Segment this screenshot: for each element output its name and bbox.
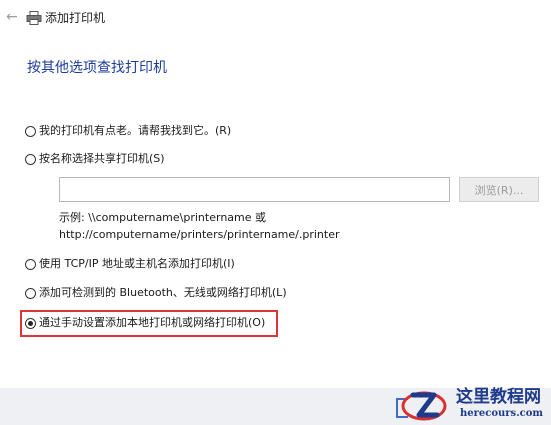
radio-button[interactable] xyxy=(25,153,36,165)
window-title: 添加打印机 xyxy=(45,11,106,25)
watermark-name: 这里教程网 xyxy=(456,387,541,407)
option-bluetooth-wireless[interactable]: 添加可检测到的 Bluetooth、无线或网络打印机(L) xyxy=(25,284,287,302)
radio-button[interactable] xyxy=(25,287,36,299)
watermark-site: herecours.com xyxy=(460,408,544,419)
shared-printer-name-input[interactable] xyxy=(59,177,450,202)
example-text-line1: 示例: \\computername\printername 或 xyxy=(59,211,267,224)
watermark: 这里教程网 herecours.com xyxy=(398,381,551,425)
option-label: 我的打印机有点老。请帮我找到它。(R) xyxy=(39,124,232,137)
title-bar: ← 添加打印机 xyxy=(0,0,551,38)
option-label: 按名称选择共享打印机(S) xyxy=(39,152,165,165)
option-tcp-ip[interactable]: 使用 TCP/IP 地址或主机名添加打印机(I) xyxy=(25,255,235,273)
highlight-box xyxy=(20,310,278,337)
page-heading: 按其他选项查找打印机 xyxy=(27,60,167,76)
option-select-shared[interactable]: 按名称选择共享打印机(S) xyxy=(25,150,165,168)
radio-button[interactable] xyxy=(25,258,36,270)
printer-icon xyxy=(26,11,42,25)
watermark-logo-icon xyxy=(401,391,447,421)
option-printer-old[interactable]: 我的打印机有点老。请帮我找到它。(R) xyxy=(25,122,231,140)
browse-button[interactable]: 浏览(R)... xyxy=(459,177,539,202)
radio-button[interactable] xyxy=(25,125,36,137)
example-text-line2: http://computername/printers/printername… xyxy=(59,228,340,241)
option-label: 使用 TCP/IP 地址或主机名添加打印机(I) xyxy=(39,257,235,270)
option-label: 添加可检测到的 Bluetooth、无线或网络打印机(L) xyxy=(39,286,287,299)
back-arrow-icon[interactable]: ← xyxy=(6,9,18,25)
